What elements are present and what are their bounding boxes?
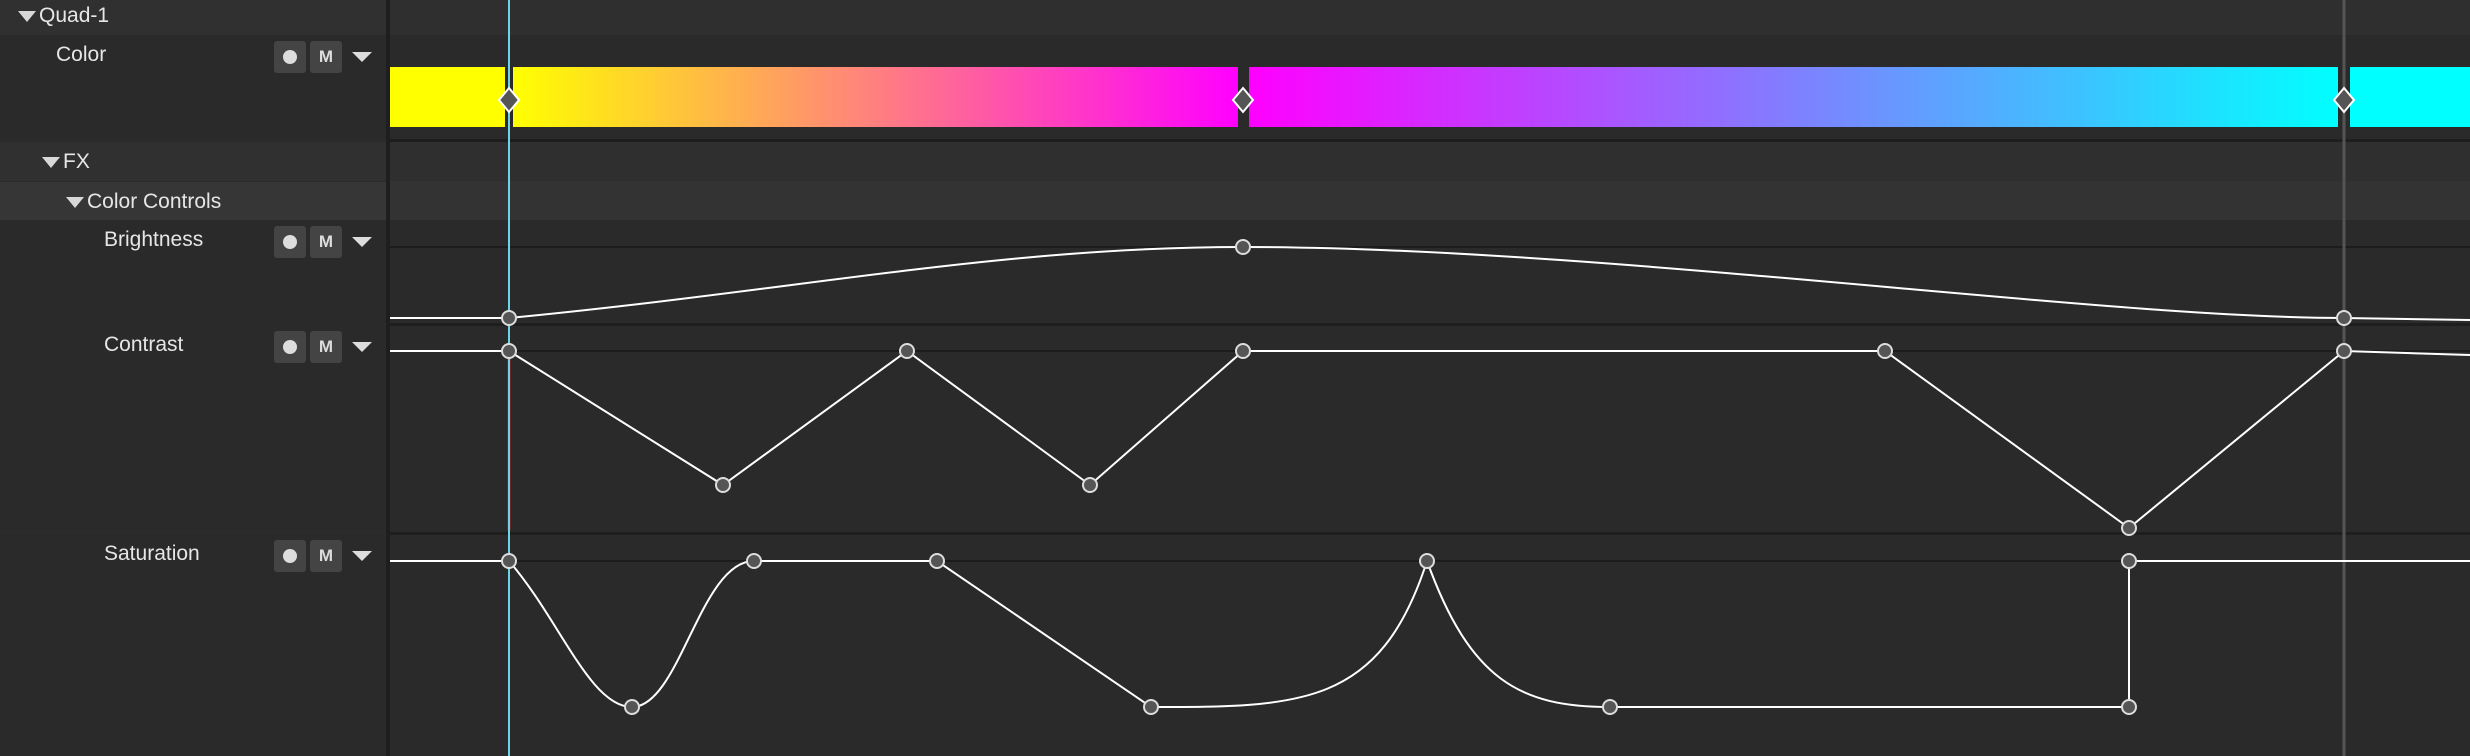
track-lane <box>390 323 2470 326</box>
color-segment[interactable] <box>513 67 1238 127</box>
keyframe[interactable] <box>1419 553 1435 569</box>
keyframe[interactable] <box>1143 699 1159 715</box>
track-lane <box>390 220 2470 323</box>
color-segment[interactable] <box>390 67 505 127</box>
track-lane <box>390 139 2470 142</box>
keyframe[interactable] <box>1082 477 1098 493</box>
timeline-area[interactable] <box>0 0 2470 756</box>
keyframe[interactable] <box>624 699 640 715</box>
keyframe[interactable] <box>1602 699 1618 715</box>
keyframe[interactable] <box>1235 343 1251 359</box>
keyframe[interactable] <box>501 553 517 569</box>
keyframe[interactable] <box>2121 553 2137 569</box>
color-segment[interactable] <box>1249 67 2338 127</box>
keyframe[interactable] <box>1235 239 1251 255</box>
keyframe[interactable] <box>715 477 731 493</box>
keyframe[interactable] <box>2121 699 2137 715</box>
track-lane <box>390 142 2470 181</box>
keyframe[interactable] <box>501 343 517 359</box>
keyframe[interactable] <box>1877 343 1893 359</box>
keyframe[interactable] <box>501 310 517 326</box>
keyframe[interactable] <box>2121 520 2137 536</box>
track-lane <box>390 181 2470 220</box>
keyframe[interactable] <box>899 343 915 359</box>
keyframe[interactable] <box>2336 310 2352 326</box>
track-lane <box>390 0 2470 35</box>
color-segment[interactable] <box>2350 67 2470 127</box>
track-lane <box>390 532 2470 535</box>
track-lane <box>390 326 2470 532</box>
keyframe[interactable] <box>746 553 762 569</box>
keyframe[interactable] <box>2336 343 2352 359</box>
keyframe[interactable] <box>929 553 945 569</box>
